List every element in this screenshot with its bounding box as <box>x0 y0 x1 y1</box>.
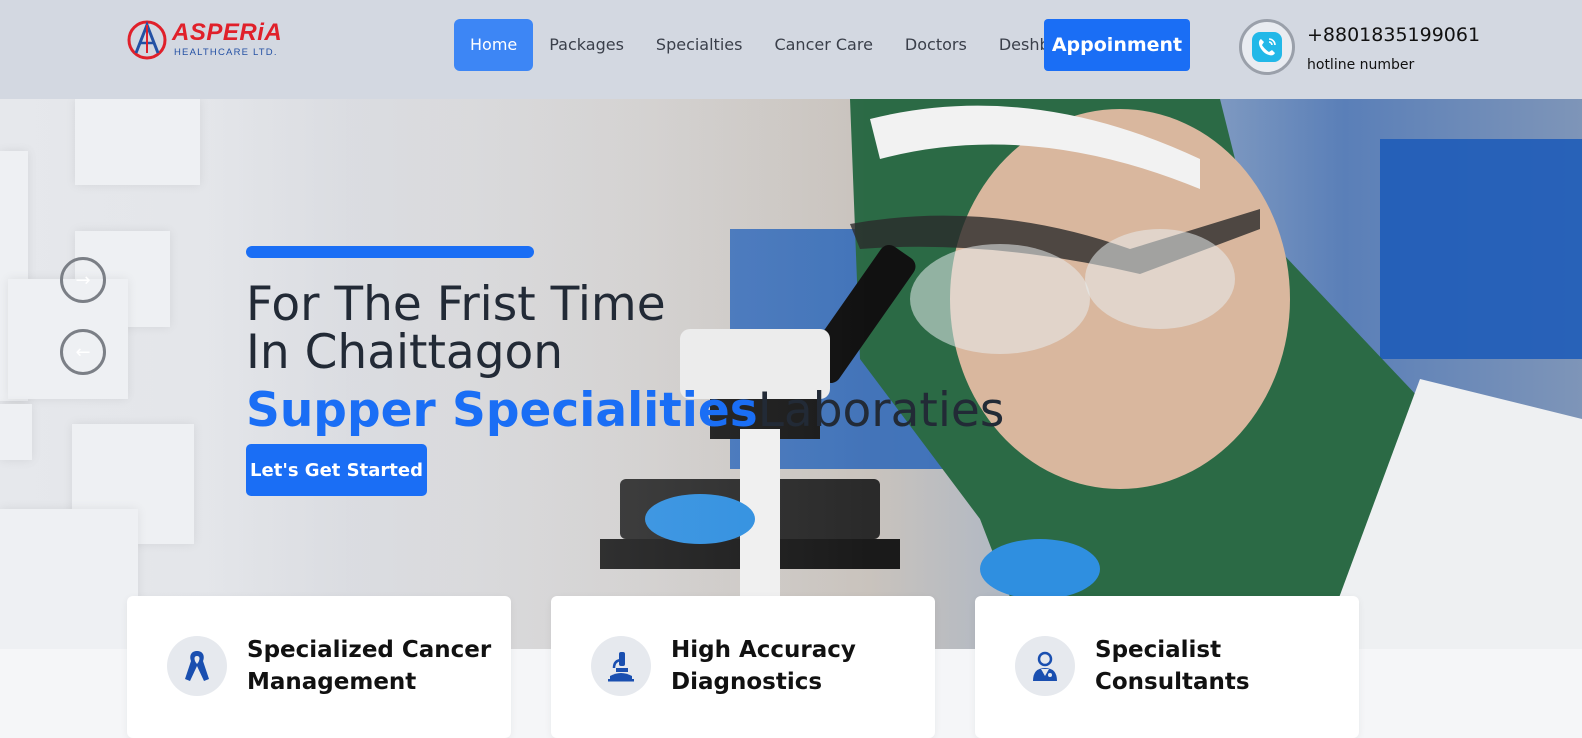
get-started-button[interactable]: Let's Get Started <box>246 444 427 496</box>
hero-overlay <box>0 99 1582 649</box>
hero-highlight-rest: Laboraties <box>757 383 1005 438</box>
feature-title: High Accuracy Diagnostics <box>671 637 856 695</box>
logo-mark-icon <box>127 20 167 60</box>
hotline-label: hotline number <box>1307 57 1415 73</box>
nav-specialties[interactable]: Specialties <box>640 19 759 71</box>
hero-accent-bar <box>246 246 534 258</box>
phone-icon[interactable] <box>1239 19 1295 75</box>
hero-banner: → ← For The Frist Time In Chaittagon Sup… <box>0 99 1582 649</box>
nav-doctors[interactable]: Doctors <box>889 19 983 71</box>
nav-home[interactable]: Home <box>454 19 534 71</box>
arrow-right-icon[interactable]: → <box>60 257 106 303</box>
feature-card[interactable]: High Accuracy Diagnostics <box>551 596 935 738</box>
microscope-icon <box>591 636 651 696</box>
hero-heading-line2: In Chaittagon <box>246 325 564 380</box>
feature-card[interactable]: Specialized Cancer Management <box>127 596 511 738</box>
doctor-icon <box>1015 636 1075 696</box>
feature-title: Specialist Consultants <box>1095 637 1250 695</box>
appointment-button[interactable]: Appoinment <box>1044 19 1190 71</box>
phone-glyph <box>1252 32 1282 62</box>
feature-title: Specialized Cancer Management <box>247 637 492 695</box>
nav-packages[interactable]: Packages <box>533 19 640 71</box>
site-header: ASPERiA HEALTHCARE LTD. Home Packages Sp… <box>0 0 1582 99</box>
hero-heading-line1: For The Frist Time <box>246 277 666 332</box>
brand-subtitle: HEALTHCARE LTD. <box>174 47 278 58</box>
microscope-glyph <box>608 652 634 682</box>
ribbon-icon <box>167 636 227 696</box>
feature-card[interactable]: Specialist Consultants <box>975 596 1359 738</box>
hero-heading-line3: Supper SpecialitiesLaboraties <box>246 383 1004 438</box>
hotline-number[interactable]: +8801835199061 <box>1307 24 1480 46</box>
brand-logo[interactable]: ASPERiA HEALTHCARE LTD. <box>126 19 282 61</box>
brand-name: ASPERiA <box>172 19 283 46</box>
hero-highlight: Supper Specialities <box>246 383 758 438</box>
nav-cancer-care[interactable]: Cancer Care <box>758 19 888 71</box>
ribbon-glyph <box>185 651 209 681</box>
main-nav: Home Packages Specialties Cancer Care Do… <box>454 19 1102 71</box>
arrow-left-icon[interactable]: ← <box>60 329 106 375</box>
doctor-glyph <box>1033 651 1057 681</box>
